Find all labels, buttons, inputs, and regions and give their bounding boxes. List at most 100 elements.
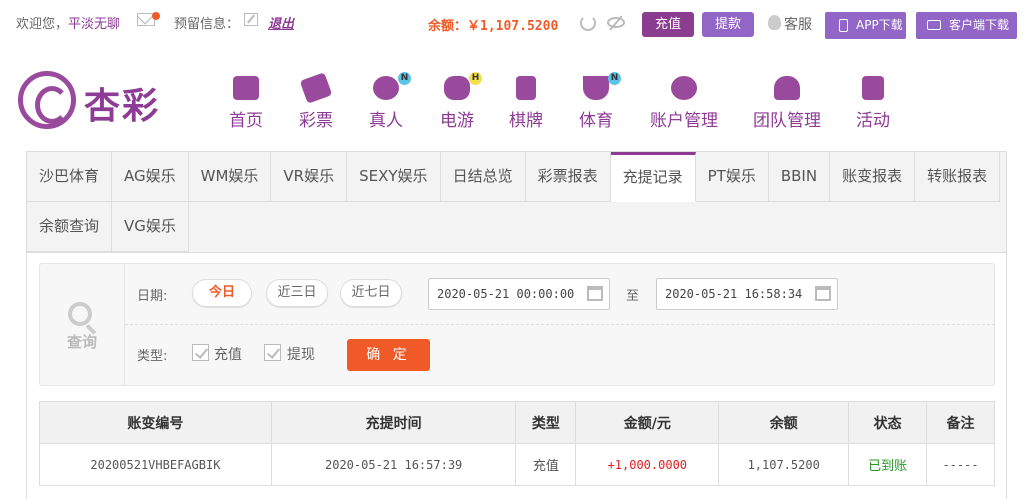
- nav-label: 首页: [229, 111, 263, 131]
- monitor-icon: [927, 20, 941, 30]
- gamepad-icon: H: [444, 72, 482, 100]
- table-row[interactable]: 20200521VHBEFAGBIK 2020-05-21 16:57:39 充…: [39, 443, 995, 486]
- edit-icon[interactable]: [244, 13, 258, 26]
- withdraw-button[interactable]: 提款: [702, 12, 754, 37]
- nav-label: 真人: [369, 111, 403, 131]
- home-icon: [233, 76, 259, 100]
- type-withdraw-label: 提现: [287, 347, 315, 363]
- nav-lottery[interactable]: 彩票: [298, 72, 334, 131]
- tab-row-2: 余额查询 VG娱乐: [27, 202, 189, 252]
- col-record-id: 账变编号: [39, 401, 272, 444]
- confirm-button[interactable]: 确 定: [347, 339, 430, 371]
- amount-cell: +1,000.0000: [575, 443, 720, 486]
- to-label: 至: [626, 289, 640, 304]
- col-type: 类型: [515, 401, 577, 444]
- table-header-row: 账变编号 充提时间 类型 金额/元 余额 状态 备注: [39, 401, 995, 444]
- tab-vg[interactable]: VG娱乐: [112, 202, 189, 252]
- unread-dot: [152, 12, 160, 20]
- customer-service-link[interactable]: 客服: [784, 14, 812, 34]
- tab-daily-overview[interactable]: 日结总览: [440, 152, 526, 202]
- tab-deposit-withdraw-records[interactable]: 充提记录: [610, 152, 696, 202]
- start-date-input[interactable]: 2020-05-21 00:00:00: [428, 278, 610, 310]
- type-recharge-checkbox[interactable]: [192, 344, 209, 361]
- type-withdraw-checkbox[interactable]: [264, 344, 281, 361]
- end-date-value: 2020-05-21 16:58:34: [665, 287, 803, 301]
- range-today-button[interactable]: 今日: [192, 279, 252, 307]
- col-amount: 金额/元: [575, 401, 720, 444]
- end-date-input[interactable]: 2020-05-21 16:58:34: [656, 278, 838, 310]
- status-cell: 已到账: [848, 443, 928, 486]
- site-logo[interactable]: 杏彩: [18, 71, 168, 131]
- tab-row-1: 沙巴体育 AG娱乐 WM娱乐 VR娱乐 SEXY娱乐 日结总览 彩票报表 充提记…: [27, 152, 1001, 202]
- hot-badge: H: [469, 72, 482, 85]
- tab-balance-change-report[interactable]: 账变报表: [830, 152, 916, 202]
- search-row-divider: [125, 324, 995, 325]
- nav-promotions[interactable]: 活动: [856, 76, 890, 131]
- nav-label: 棋牌: [509, 111, 543, 131]
- username[interactable]: 平淡无聊: [68, 13, 120, 32]
- top-bar: 欢迎您， 平淡无聊 预留信息： 退出 余额：￥1,107.5200 充值 提款 …: [0, 0, 1031, 46]
- search-header: 查询: [40, 264, 125, 385]
- col-time: 充提时间: [270, 401, 517, 444]
- type-cell: 充值: [515, 443, 577, 486]
- nav-label: 体育: [579, 111, 613, 131]
- tab-wm[interactable]: WM娱乐: [188, 152, 272, 202]
- logout-link[interactable]: 退出: [268, 13, 294, 32]
- new-badge: N: [398, 72, 411, 85]
- nav-live[interactable]: N 真人: [369, 72, 411, 131]
- tab-ag[interactable]: AG娱乐: [112, 152, 189, 202]
- tab-pt[interactable]: PT娱乐: [695, 152, 769, 202]
- nav-team[interactable]: 团队管理: [753, 76, 821, 131]
- refresh-icon[interactable]: [580, 15, 596, 31]
- logo-text: 杏彩: [84, 85, 161, 127]
- nav-account[interactable]: 账户管理: [650, 76, 718, 131]
- record-id-cell: 20200521VHBEFAGBIK: [39, 443, 272, 486]
- tab-lottery-report[interactable]: 彩票报表: [525, 152, 611, 202]
- tab-sexy[interactable]: SEXY娱乐: [347, 152, 441, 202]
- app-download-button[interactable]: APP下载: [825, 12, 906, 39]
- calendar-icon[interactable]: [587, 286, 603, 301]
- recharge-button[interactable]: 充值: [642, 12, 694, 37]
- nav-egames[interactable]: H 电游: [440, 72, 482, 131]
- nav-home[interactable]: 首页: [229, 76, 263, 131]
- client-download-label: 客户端下载: [949, 18, 1010, 32]
- trophy-icon: N: [583, 72, 621, 100]
- nav-label: 账户管理: [650, 111, 718, 131]
- reserve-info-label: 预留信息：: [174, 17, 240, 32]
- account-icon: [671, 76, 697, 100]
- app-download-label: APP下载: [856, 18, 903, 32]
- tab-vr[interactable]: VR娱乐: [271, 152, 348, 202]
- hide-balance-icon[interactable]: [607, 17, 625, 28]
- search-panel: 查询 日期: 今日 近三日 近七日 2020-05-21 00:00:00 至 …: [39, 263, 995, 386]
- new-badge: N: [608, 72, 621, 85]
- customer-service-icon[interactable]: [768, 15, 781, 30]
- tab-bbin[interactable]: BBIN: [768, 152, 831, 202]
- col-balance: 余额: [718, 401, 850, 444]
- search-icon: [68, 302, 92, 326]
- tab-content: 查询 日期: 今日 近三日 近七日 2020-05-21 00:00:00 至 …: [27, 253, 1006, 499]
- remark-cell: -----: [926, 443, 995, 486]
- range-7days-button[interactable]: 近七日: [340, 279, 402, 307]
- time-cell: 2020-05-21 16:57:39: [270, 443, 517, 486]
- type-recharge-label: 充值: [214, 347, 242, 363]
- search-title: 查询: [67, 333, 98, 351]
- date-label: 日期:: [137, 289, 168, 304]
- report-panel: 沙巴体育 AG娱乐 WM娱乐 VR娱乐 SEXY娱乐 日结总览 彩票报表 充提记…: [26, 151, 1007, 499]
- col-remark: 备注: [926, 401, 995, 444]
- nav-label: 彩票: [299, 111, 333, 131]
- phone-icon: [839, 19, 848, 32]
- client-download-button[interactable]: 客户端下载: [916, 12, 1017, 39]
- tab-transfer-report[interactable]: 转账报表: [915, 152, 1001, 202]
- range-3days-button[interactable]: 近三日: [266, 279, 328, 307]
- tab-balance-query[interactable]: 余额查询: [27, 202, 113, 252]
- live-dealer-icon: N: [373, 72, 411, 100]
- tab-saba-sports[interactable]: 沙巴体育: [27, 152, 113, 202]
- nav-sports[interactable]: N 体育: [579, 72, 621, 131]
- type-label: 类型:: [137, 349, 168, 364]
- nav-chess[interactable]: 棋牌: [509, 76, 543, 131]
- balance-display: 余额：￥1,107.5200: [428, 19, 559, 34]
- welcome-text: 欢迎您，: [16, 17, 69, 32]
- cards-icon: [516, 76, 536, 100]
- calendar-icon[interactable]: [815, 286, 831, 301]
- records-table: 账变编号 充提时间 类型 金额/元 余额 状态 备注 20200521VHBEF…: [39, 401, 995, 486]
